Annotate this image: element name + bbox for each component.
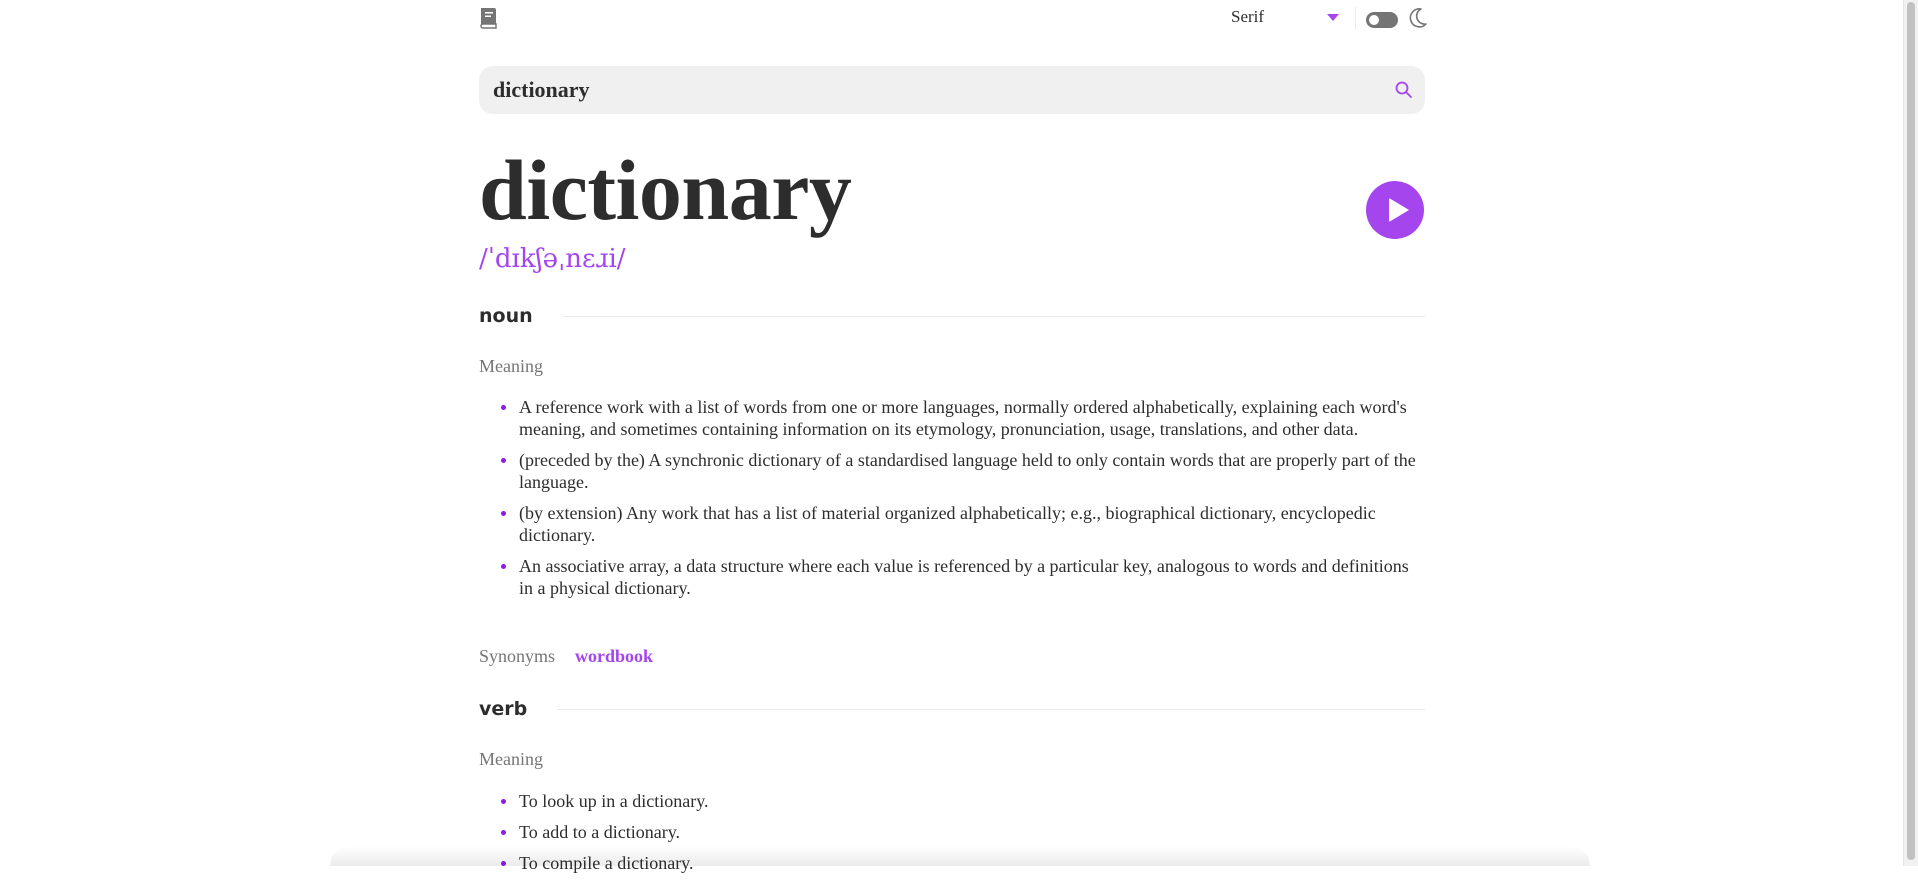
header-divider bbox=[1355, 7, 1356, 29]
toggle-knob bbox=[1369, 15, 1379, 25]
definition-text: An associative array, a data structure w… bbox=[519, 556, 1409, 598]
theme-toggle[interactable] bbox=[1366, 12, 1398, 28]
definition-text: To add to a dictionary. bbox=[519, 822, 681, 842]
definition-item: A reference work with a list of words fr… bbox=[479, 396, 1425, 440]
part-of-speech-noun: noun bbox=[479, 301, 1425, 331]
bullet bbox=[501, 830, 506, 835]
definition-text: A reference work with a list of words fr… bbox=[519, 397, 1407, 439]
definition-text: To look up in a dictionary. bbox=[519, 791, 709, 811]
synonym-link[interactable]: wordbook bbox=[575, 646, 653, 667]
definition-item: (by extension) Any work that has a list … bbox=[479, 502, 1425, 546]
definition-text: (preceded by the) A synchronic dictionar… bbox=[519, 450, 1416, 492]
section-divider bbox=[562, 315, 1425, 317]
play-button[interactable] bbox=[1366, 181, 1424, 239]
play-icon bbox=[1389, 198, 1409, 222]
definition-item: (preceded by the) A synchronic dictionar… bbox=[479, 449, 1425, 493]
section-divider bbox=[557, 708, 1425, 710]
meaning-label: Meaning bbox=[479, 356, 543, 376]
page-container: Serif dictionary /ˈdɪkʃəˌnɛɹi/ noun Mean… bbox=[479, 0, 1428, 873]
definition-item: To look up in a dictionary. bbox=[479, 790, 1425, 812]
part-of-speech-label: verb bbox=[479, 698, 528, 720]
book-icon[interactable] bbox=[479, 7, 497, 29]
chevron-down-icon bbox=[1327, 13, 1339, 21]
phonetic: /ˈdɪkʃəˌnɛɹi/ bbox=[479, 244, 626, 274]
scrollbar-thumb[interactable] bbox=[1907, 2, 1915, 860]
bullet bbox=[501, 564, 506, 569]
definition-list-noun: A reference work with a list of words fr… bbox=[479, 396, 1425, 608]
scrollbar[interactable] bbox=[1903, 0, 1918, 866]
meaning-label: Meaning bbox=[479, 749, 543, 769]
part-of-speech-label: noun bbox=[479, 305, 533, 327]
moon-icon[interactable] bbox=[1408, 7, 1428, 29]
search-input[interactable] bbox=[493, 66, 1373, 114]
header: Serif bbox=[479, 0, 1428, 40]
bullet bbox=[501, 405, 506, 410]
bottom-fade bbox=[330, 846, 1590, 866]
bullet bbox=[501, 511, 506, 516]
search-icon[interactable] bbox=[1394, 80, 1414, 100]
font-select[interactable]: Serif bbox=[1231, 6, 1341, 28]
font-select-label: Serif bbox=[1231, 7, 1265, 26]
part-of-speech-verb: verb bbox=[479, 694, 1425, 724]
definition-item: An associative array, a data structure w… bbox=[479, 555, 1425, 599]
synonyms-label: Synonyms bbox=[479, 646, 556, 666]
word-title: dictionary bbox=[479, 142, 852, 238]
definition-text: (by extension) Any work that has a list … bbox=[519, 503, 1376, 545]
synonyms-row: Synonyms wordbook bbox=[479, 646, 653, 667]
definition-item: To add to a dictionary. bbox=[479, 821, 1425, 843]
bullet bbox=[501, 799, 506, 804]
definition-list-verb: To look up in a dictionary. To add to a … bbox=[479, 790, 1425, 883]
bullet bbox=[501, 458, 506, 463]
search-bar bbox=[479, 66, 1425, 114]
